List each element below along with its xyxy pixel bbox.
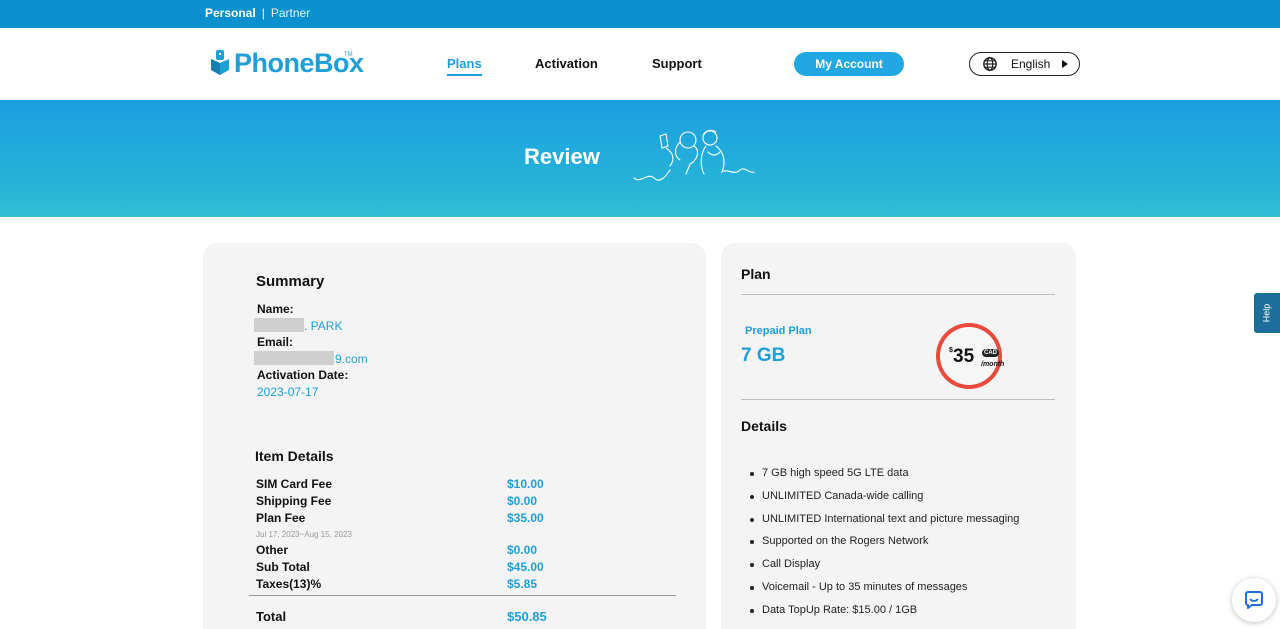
email-value: 9.com [335, 352, 368, 366]
taxes-value: $5.85 [507, 577, 538, 591]
plan-heading: Plan [741, 266, 771, 282]
activation-date-label: Activation Date: [257, 368, 349, 382]
total-divider [249, 595, 676, 596]
details-heading: Details [741, 418, 787, 434]
list-item: 7 GB high speed 5G LTE data [749, 467, 1019, 490]
segment-separator: | [261, 6, 265, 20]
list-item: UNLIMITED International text and picture… [749, 513, 1019, 536]
hero-banner: Review [0, 100, 1280, 217]
summary-heading: Summary [256, 273, 325, 290]
details-divider [741, 399, 1055, 400]
shipping-fee-label: Shipping Fee [256, 494, 332, 508]
shipping-fee-value: $0.00 [507, 494, 538, 508]
plan-type: Prepaid Plan [745, 325, 812, 337]
sim-card-fee-value: $10.00 [507, 477, 544, 491]
logo-trademark: TM [344, 52, 353, 58]
price-badge: $ 35 CAD /month [936, 323, 1004, 389]
my-account-button[interactable]: My Account [794, 52, 904, 76]
plan-period: Jul 17, 2023~Aug 15, 2023 [256, 530, 352, 539]
redacted-name [254, 318, 304, 332]
nav-plans[interactable]: Plans [447, 56, 482, 76]
activation-date-value: 2023-07-17 [257, 385, 319, 399]
other-label: Other [256, 543, 289, 557]
personal-link[interactable]: Personal [205, 6, 256, 20]
other-value: $0.00 [507, 543, 538, 557]
plan-fee-value: $35.00 [507, 511, 544, 525]
partner-link[interactable]: Partner [271, 6, 310, 20]
list-item: Call Display [749, 558, 1019, 581]
nav-activation[interactable]: Activation [535, 56, 598, 71]
plan-details-list: 7 GB high speed 5G LTE data UNLIMITED Ca… [749, 467, 1019, 627]
site-header: PhoneBox TM Plans Activation Support My … [0, 28, 1280, 100]
total-label: Total [256, 609, 287, 624]
language-label: English [1011, 57, 1051, 71]
list-item: Supported on the Rogers Network [749, 535, 1019, 558]
sim-card-fee-label: SIM Card Fee [256, 477, 333, 491]
plan-data-size: 7 GB [741, 345, 786, 366]
name-value: . PARK [304, 319, 343, 333]
globe-icon [983, 57, 997, 71]
phone-box-logo-icon [211, 50, 229, 75]
chat-bubble-icon [1245, 591, 1263, 609]
sub-total-value: $45.00 [507, 560, 544, 574]
email-label: Email: [257, 335, 294, 349]
item-details-heading: Item Details [255, 448, 334, 464]
page-title: Review [524, 144, 600, 169]
list-item: UNLIMITED Canada-wide calling [749, 490, 1019, 513]
price-period: /month [981, 361, 1005, 368]
plan-fee-label: Plan Fee [256, 511, 306, 525]
chat-button[interactable] [1232, 578, 1276, 622]
taxes-label: Taxes(13)% [256, 577, 322, 591]
total-value: $50.85 [507, 609, 547, 624]
name-label: Name: [257, 302, 294, 316]
price-badge-inner: $ 35 CAD /month [940, 327, 1004, 385]
list-item: Data TopUp Rate: $15.00 / 1GB [749, 604, 1019, 627]
help-tab[interactable]: Help [1254, 293, 1280, 333]
summary-card: Summary Name: . PARK Email: 9.com Activa… [203, 243, 706, 629]
plan-divider [741, 294, 1055, 295]
list-item: Voicemail - Up to 35 minutes of messages [749, 581, 1019, 604]
price-amount: 35 [953, 346, 975, 367]
nav-support[interactable]: Support [652, 56, 702, 71]
people-illustration-icon [633, 129, 755, 181]
phonebox-logo[interactable]: PhoneBox TM [210, 50, 364, 77]
help-label: Help [1261, 303, 1272, 323]
plan-card: Plan Prepaid Plan 7 GB $ 35 CAD /month D… [721, 243, 1076, 629]
redacted-email [254, 351, 334, 365]
sub-total-label: Sub Total [256, 560, 310, 574]
segment-links: Personal | Partner [205, 6, 310, 20]
price-currency: CAD [982, 349, 999, 357]
language-selector[interactable]: English [969, 52, 1080, 76]
top-bar: Personal | Partner [0, 0, 1280, 28]
caret-right-icon [1062, 60, 1069, 68]
